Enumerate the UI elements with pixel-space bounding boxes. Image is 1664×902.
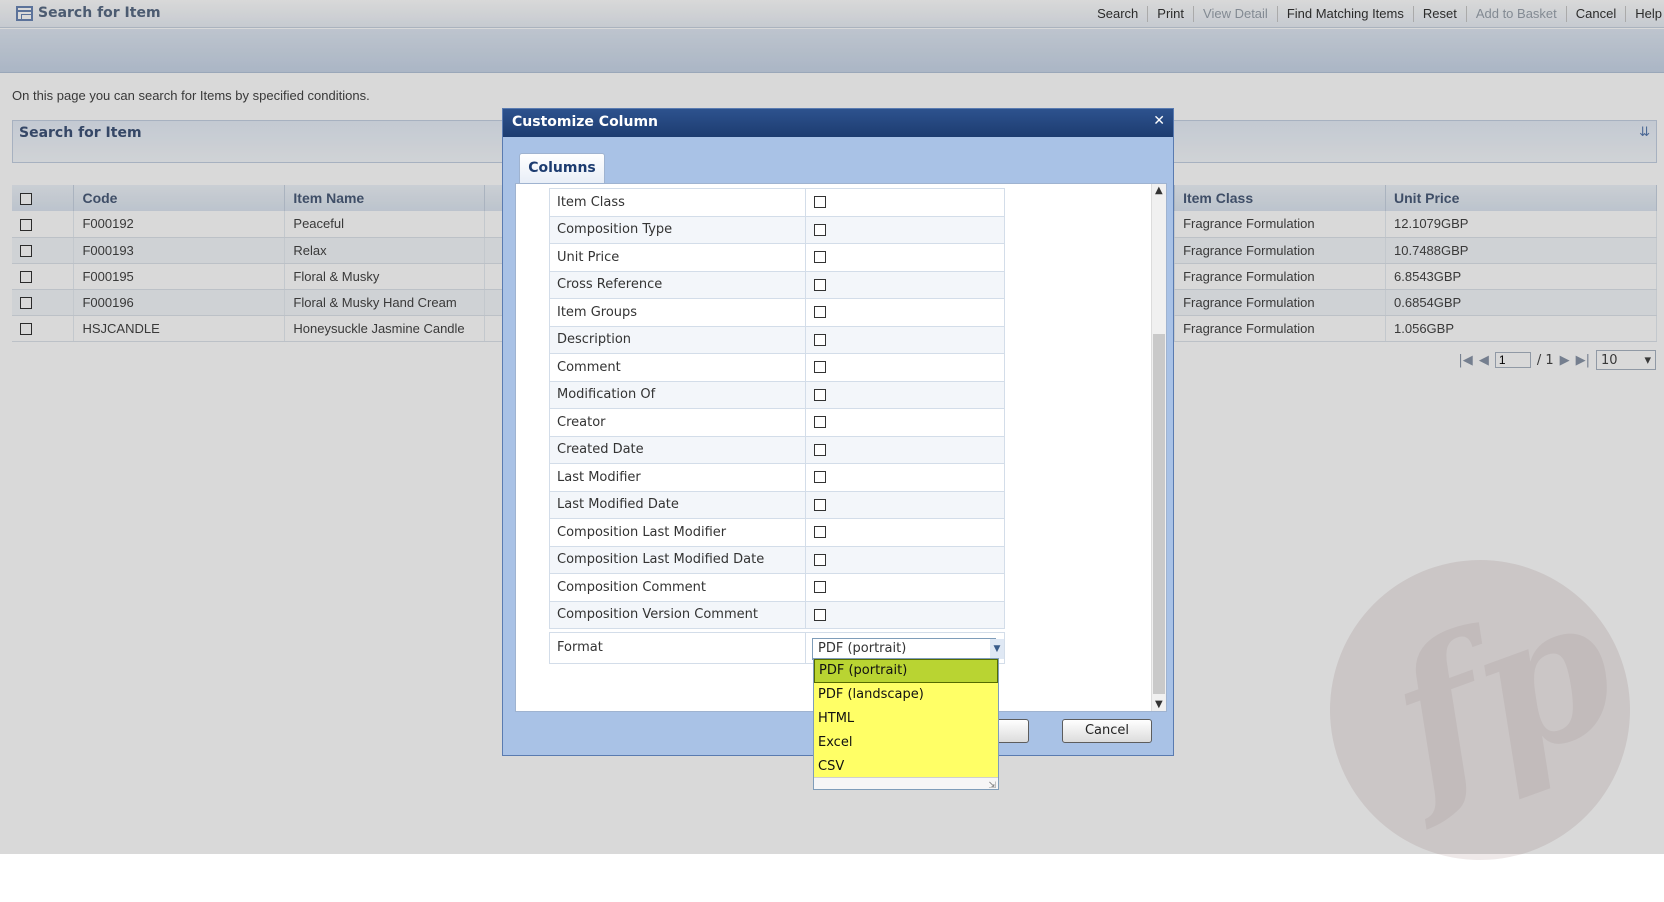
- format-option[interactable]: CSV: [814, 755, 998, 779]
- column-option-row: Last Modifier: [549, 463, 1005, 492]
- column-option-cell: [805, 270, 1005, 299]
- chevron-down-icon[interactable]: ▼: [990, 639, 1004, 659]
- column-option-checkbox[interactable]: [814, 443, 826, 456]
- scroll-up-icon[interactable]: ▲: [1155, 185, 1163, 196]
- column-option-label: Unit Price: [549, 243, 806, 272]
- dialog-header: Customize Column ✕: [503, 109, 1173, 137]
- format-option[interactable]: HTML: [814, 707, 998, 731]
- tab-columns[interactable]: Columns: [519, 153, 605, 183]
- column-option-label: Last Modifier: [549, 463, 806, 492]
- format-label: Format: [549, 632, 806, 664]
- column-option-cell: [805, 353, 1005, 382]
- column-option-checkbox[interactable]: [814, 333, 826, 346]
- column-option-checkbox[interactable]: [814, 278, 826, 291]
- column-option-row: Comment: [549, 353, 1005, 382]
- column-option-checkbox[interactable]: [814, 608, 826, 621]
- column-option-row: Item Groups: [549, 298, 1005, 327]
- scroll-down-icon[interactable]: ▼: [1155, 699, 1163, 710]
- column-option-checkbox[interactable]: [814, 223, 826, 236]
- column-option-cell: [805, 380, 1005, 409]
- column-option-row: Composition Version Comment: [549, 600, 1005, 629]
- column-option-label: Composition Version Comment: [549, 600, 806, 629]
- column-option-row: Composition Comment: [549, 573, 1005, 602]
- column-option-row: Last Modified Date: [549, 490, 1005, 519]
- column-option-label: Description: [549, 325, 806, 354]
- column-option-cell: [805, 518, 1005, 547]
- dialog-title: Customize Column: [512, 114, 659, 130]
- column-option-row: Modification Of: [549, 380, 1005, 409]
- column-option-row: Unit Price: [549, 243, 1005, 272]
- column-option-checkbox[interactable]: [814, 526, 826, 539]
- format-option[interactable]: PDF (portrait): [814, 659, 998, 683]
- list-resize-handle[interactable]: ⇲: [814, 777, 998, 791]
- format-dropdown-list: PDF (portrait) PDF (landscape) HTML Excel CS…: [813, 658, 999, 791]
- scrollbar[interactable]: ▲ ▼: [1151, 184, 1166, 711]
- column-option-label: Composition Comment: [549, 573, 806, 602]
- format-select[interactable]: PDF (portrait) ▼: [812, 638, 1004, 660]
- column-option-checkbox[interactable]: [814, 498, 826, 511]
- scroll-thumb[interactable]: [1153, 334, 1165, 694]
- column-option-checkbox[interactable]: [814, 471, 826, 484]
- column-option-row: Created Date: [549, 435, 1005, 464]
- column-option-row: Cross Reference: [549, 270, 1005, 299]
- column-option-row: Composition Last Modifier: [549, 518, 1005, 547]
- column-option-label: Composition Last Modifier: [549, 518, 806, 547]
- resize-grip-icon: ⇲: [988, 781, 996, 791]
- column-option-label: Created Date: [549, 435, 806, 464]
- column-option-label: Creator: [549, 408, 806, 437]
- column-option-checkbox[interactable]: [814, 553, 826, 566]
- column-option-cell: [805, 215, 1005, 244]
- column-option-cell: [805, 463, 1005, 492]
- column-option-label: Comment: [549, 353, 806, 382]
- column-option-checkbox[interactable]: [814, 251, 826, 264]
- column-option-checkbox[interactable]: [814, 306, 826, 319]
- column-option-label: Item Groups: [549, 298, 806, 327]
- close-icon[interactable]: ✕: [1153, 113, 1165, 129]
- column-option-label: Composition Type: [549, 215, 806, 244]
- column-option-cell: [805, 408, 1005, 437]
- column-option-label: Item Class: [549, 188, 806, 217]
- column-option-cell: [805, 545, 1005, 574]
- columns-table: Item Class Composition Type Unit Price Cros…: [549, 188, 1005, 629]
- column-option-label: Modification Of: [549, 380, 806, 409]
- format-option[interactable]: PDF (landscape): [814, 683, 998, 707]
- column-option-cell: [805, 188, 1005, 217]
- column-option-row: Description: [549, 325, 1005, 354]
- cancel-button[interactable]: Cancel: [1062, 719, 1152, 743]
- column-option-cell: [805, 600, 1005, 629]
- column-option-label: Last Modified Date: [549, 490, 806, 519]
- column-option-checkbox[interactable]: [814, 416, 826, 429]
- column-option-cell: [805, 298, 1005, 327]
- columns-tab-panel: Item Class Composition Type Unit Price Cros…: [515, 183, 1167, 712]
- format-option[interactable]: Excel: [814, 731, 998, 755]
- format-select-value: PDF (portrait): [818, 641, 907, 656]
- column-option-row: Creator: [549, 408, 1005, 437]
- column-option-cell: [805, 325, 1005, 354]
- column-option-label: Composition Last Modified Date: [549, 545, 806, 574]
- column-option-row: Composition Type: [549, 215, 1005, 244]
- column-option-cell: [805, 573, 1005, 602]
- column-option-checkbox[interactable]: [814, 361, 826, 374]
- column-option-cell: [805, 243, 1005, 272]
- column-option-row: Item Class: [549, 188, 1005, 217]
- column-option-cell: [805, 435, 1005, 464]
- column-option-label: Cross Reference: [549, 270, 806, 299]
- column-option-row: Composition Last Modified Date: [549, 545, 1005, 574]
- column-option-checkbox[interactable]: [814, 581, 826, 594]
- column-option-checkbox[interactable]: [814, 196, 826, 209]
- column-option-checkbox[interactable]: [814, 388, 826, 401]
- column-option-cell: [805, 490, 1005, 519]
